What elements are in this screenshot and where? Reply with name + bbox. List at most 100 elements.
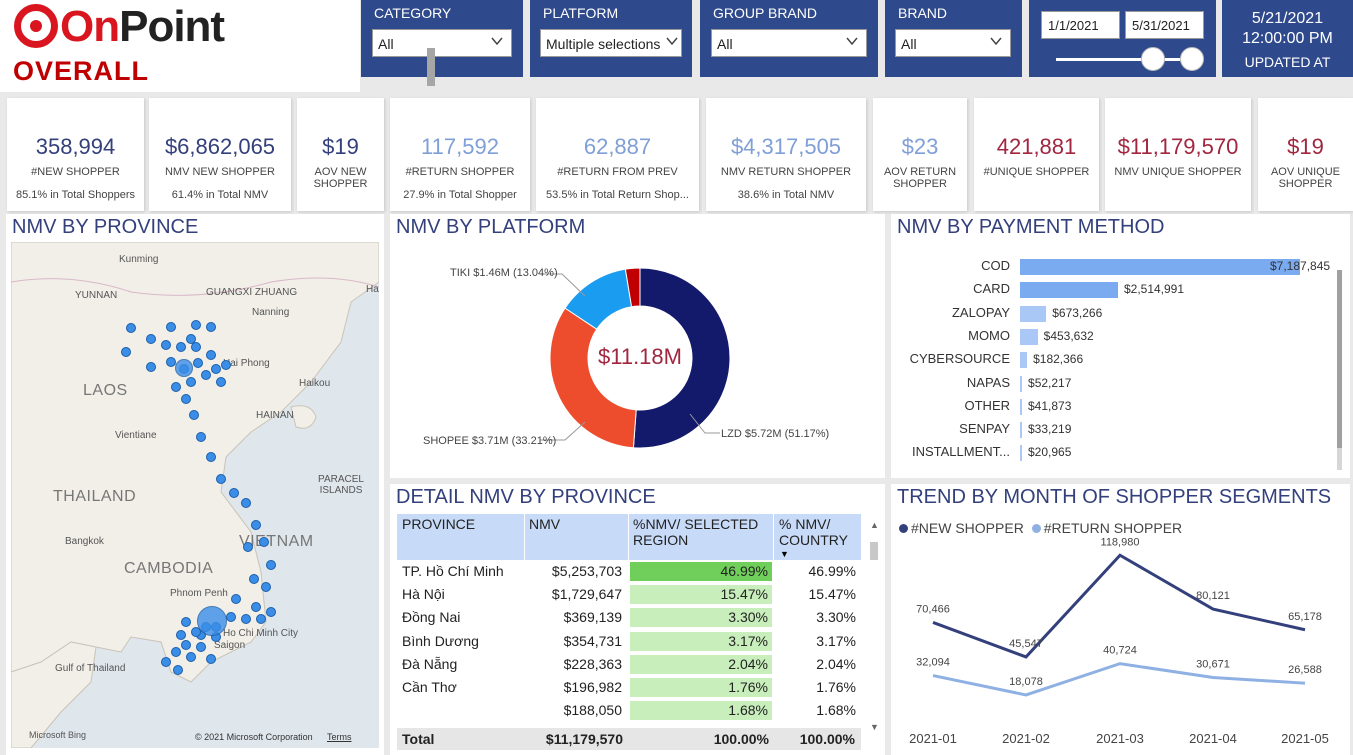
- brand-dropdown[interactable]: All: [895, 29, 1011, 57]
- map-province-dot[interactable]: [193, 358, 203, 368]
- payment-scrollbar[interactable]: [1337, 270, 1342, 470]
- trend-data-label[interactable]: 80,121: [1196, 590, 1230, 602]
- trend-data-label[interactable]: 118,980: [1101, 536, 1140, 548]
- payment-bar-label: INSTALLMENT...: [911, 444, 1010, 460]
- trend-line-return[interactable]: [932, 662, 1306, 697]
- platform-dropdown[interactable]: Multiple selections: [540, 29, 682, 57]
- trend-line-new[interactable]: [932, 553, 1306, 659]
- map-province-dot[interactable]: [121, 347, 131, 357]
- date-start-input[interactable]: 1/1/2021: [1041, 11, 1120, 39]
- map-province-dot[interactable]: [196, 642, 206, 652]
- trend-data-label[interactable]: 65,178: [1288, 611, 1322, 623]
- map-province-dot-large[interactable]: [175, 359, 193, 377]
- map-province-dot[interactable]: [251, 520, 261, 530]
- map-terms-link[interactable]: Terms: [327, 732, 352, 742]
- header-nmv[interactable]: NMV: [529, 516, 560, 532]
- map-province-dot[interactable]: [241, 614, 251, 624]
- date-slider-end-handle[interactable]: [1180, 47, 1204, 71]
- map-province-dot[interactable]: [251, 602, 261, 612]
- map-province-dot[interactable]: [171, 382, 181, 392]
- trend-x-tick[interactable]: 2021-03: [1096, 731, 1144, 746]
- map-province-dot[interactable]: [206, 452, 216, 462]
- payment-bar[interactable]: [1020, 445, 1022, 462]
- trend-line-chart[interactable]: 70,466 45,547 118,980 80,121 65,178 32,094 18,…: [891, 484, 1350, 755]
- trend-data-label[interactable]: 40,724: [1103, 645, 1137, 657]
- map-province-dot[interactable]: [173, 665, 183, 675]
- trend-data-label[interactable]: 32,094: [916, 657, 950, 669]
- map-province-dot[interactable]: [206, 322, 216, 332]
- map-province-dot[interactable]: [191, 320, 201, 330]
- kpi-aov-unique-shopper: $19 AOV UNIQUE SHOPPER: [1258, 98, 1353, 211]
- payment-bar[interactable]: [1020, 282, 1118, 299]
- map-province-dot[interactable]: [181, 640, 191, 650]
- map-province-dot[interactable]: [231, 594, 241, 604]
- map-province-dot[interactable]: [211, 364, 221, 374]
- map-province-dot[interactable]: [161, 340, 171, 350]
- map-province-dot[interactable]: [186, 652, 196, 662]
- map-province-dot[interactable]: [259, 537, 269, 547]
- trend-data-label[interactable]: 26,588: [1288, 664, 1322, 676]
- payment-bar[interactable]: [1020, 305, 1047, 322]
- payment-scrollbar-thumb[interactable]: [1337, 270, 1342, 448]
- map-province-dot-large[interactable]: [197, 606, 227, 636]
- map-province-dot[interactable]: [146, 362, 156, 372]
- map-province-dot[interactable]: [226, 612, 236, 622]
- province-map[interactable]: Kunming YUNNAN GUANGXI ZHUANG Nanning Ha…: [11, 242, 379, 748]
- map-province-dot[interactable]: [216, 474, 226, 484]
- header-province[interactable]: PROVINCE: [402, 516, 475, 532]
- header-pct-region[interactable]: %NMV/ SELECTED REGION: [633, 516, 765, 548]
- donut-slice-shopee[interactable]: [549, 307, 637, 449]
- map-province-dot[interactable]: [146, 334, 156, 344]
- trend-data-label[interactable]: 45,547: [1009, 638, 1043, 650]
- trend-x-tick[interactable]: 2021-01: [909, 731, 957, 746]
- map-province-dot[interactable]: [181, 394, 191, 404]
- cell-nmv: $228,363: [563, 655, 622, 672]
- detail-scrollbar[interactable]: ▲ ▼: [869, 520, 879, 734]
- scroll-up-icon[interactable]: ▲: [870, 520, 879, 530]
- payment-bar[interactable]: [1020, 375, 1023, 392]
- date-slider-track[interactable]: [1056, 58, 1196, 61]
- map-province-dot[interactable]: [266, 607, 276, 617]
- map-province-dot[interactable]: [229, 488, 239, 498]
- payment-bar[interactable]: [1020, 352, 1028, 369]
- date-slider-start-handle[interactable]: [1141, 47, 1165, 71]
- map-province-dot[interactable]: [261, 582, 271, 592]
- trend-x-tick[interactable]: 2021-02: [1002, 731, 1050, 746]
- payment-bar[interactable]: [1020, 328, 1038, 345]
- map-province-dot[interactable]: [166, 322, 176, 332]
- map-province-dot[interactable]: [176, 342, 186, 352]
- map-province-dot[interactable]: [196, 432, 206, 442]
- trend-data-label[interactable]: 30,671: [1196, 659, 1230, 671]
- group-brand-dropdown[interactable]: All: [711, 29, 867, 57]
- map-province-dot[interactable]: [161, 657, 171, 667]
- map-province-dot[interactable]: [171, 647, 181, 657]
- map-province-dot[interactable]: [186, 377, 196, 387]
- trend-data-label[interactable]: 70,466: [916, 603, 950, 615]
- trend-x-tick[interactable]: 2021-04: [1189, 731, 1237, 746]
- map-province-dot[interactable]: [256, 614, 266, 624]
- payment-bar[interactable]: [1020, 398, 1022, 415]
- map-province-dot[interactable]: [243, 542, 253, 552]
- map-province-dot[interactable]: [249, 574, 259, 584]
- trend-x-tick[interactable]: 2021-05: [1281, 731, 1329, 746]
- map-province-dot[interactable]: [206, 654, 216, 664]
- map-province-dot[interactable]: [206, 350, 216, 360]
- map-province-dot[interactable]: [191, 342, 201, 352]
- map-province-dot[interactable]: [216, 377, 226, 387]
- map-province-dot[interactable]: [266, 560, 276, 570]
- category-dropdown[interactable]: All: [372, 29, 512, 57]
- header-pct-country[interactable]: % NMV/ COUNTRY: [779, 516, 855, 548]
- map-province-dot[interactable]: [176, 630, 186, 640]
- payment-bar[interactable]: [1020, 422, 1022, 439]
- detail-scrollbar-thumb[interactable]: [870, 542, 878, 560]
- map-province-dot[interactable]: [126, 323, 136, 333]
- payment-bar[interactable]: [1020, 259, 1300, 275]
- map-province-dot[interactable]: [241, 498, 251, 508]
- date-end-input[interactable]: 5/31/2021: [1125, 11, 1204, 39]
- scroll-down-icon[interactable]: ▼: [870, 722, 879, 732]
- map-province-dot[interactable]: [221, 360, 231, 370]
- map-province-dot[interactable]: [189, 410, 199, 420]
- trend-data-label[interactable]: 18,078: [1009, 676, 1043, 688]
- map-province-dot[interactable]: [181, 617, 191, 627]
- map-province-dot[interactable]: [201, 370, 211, 380]
